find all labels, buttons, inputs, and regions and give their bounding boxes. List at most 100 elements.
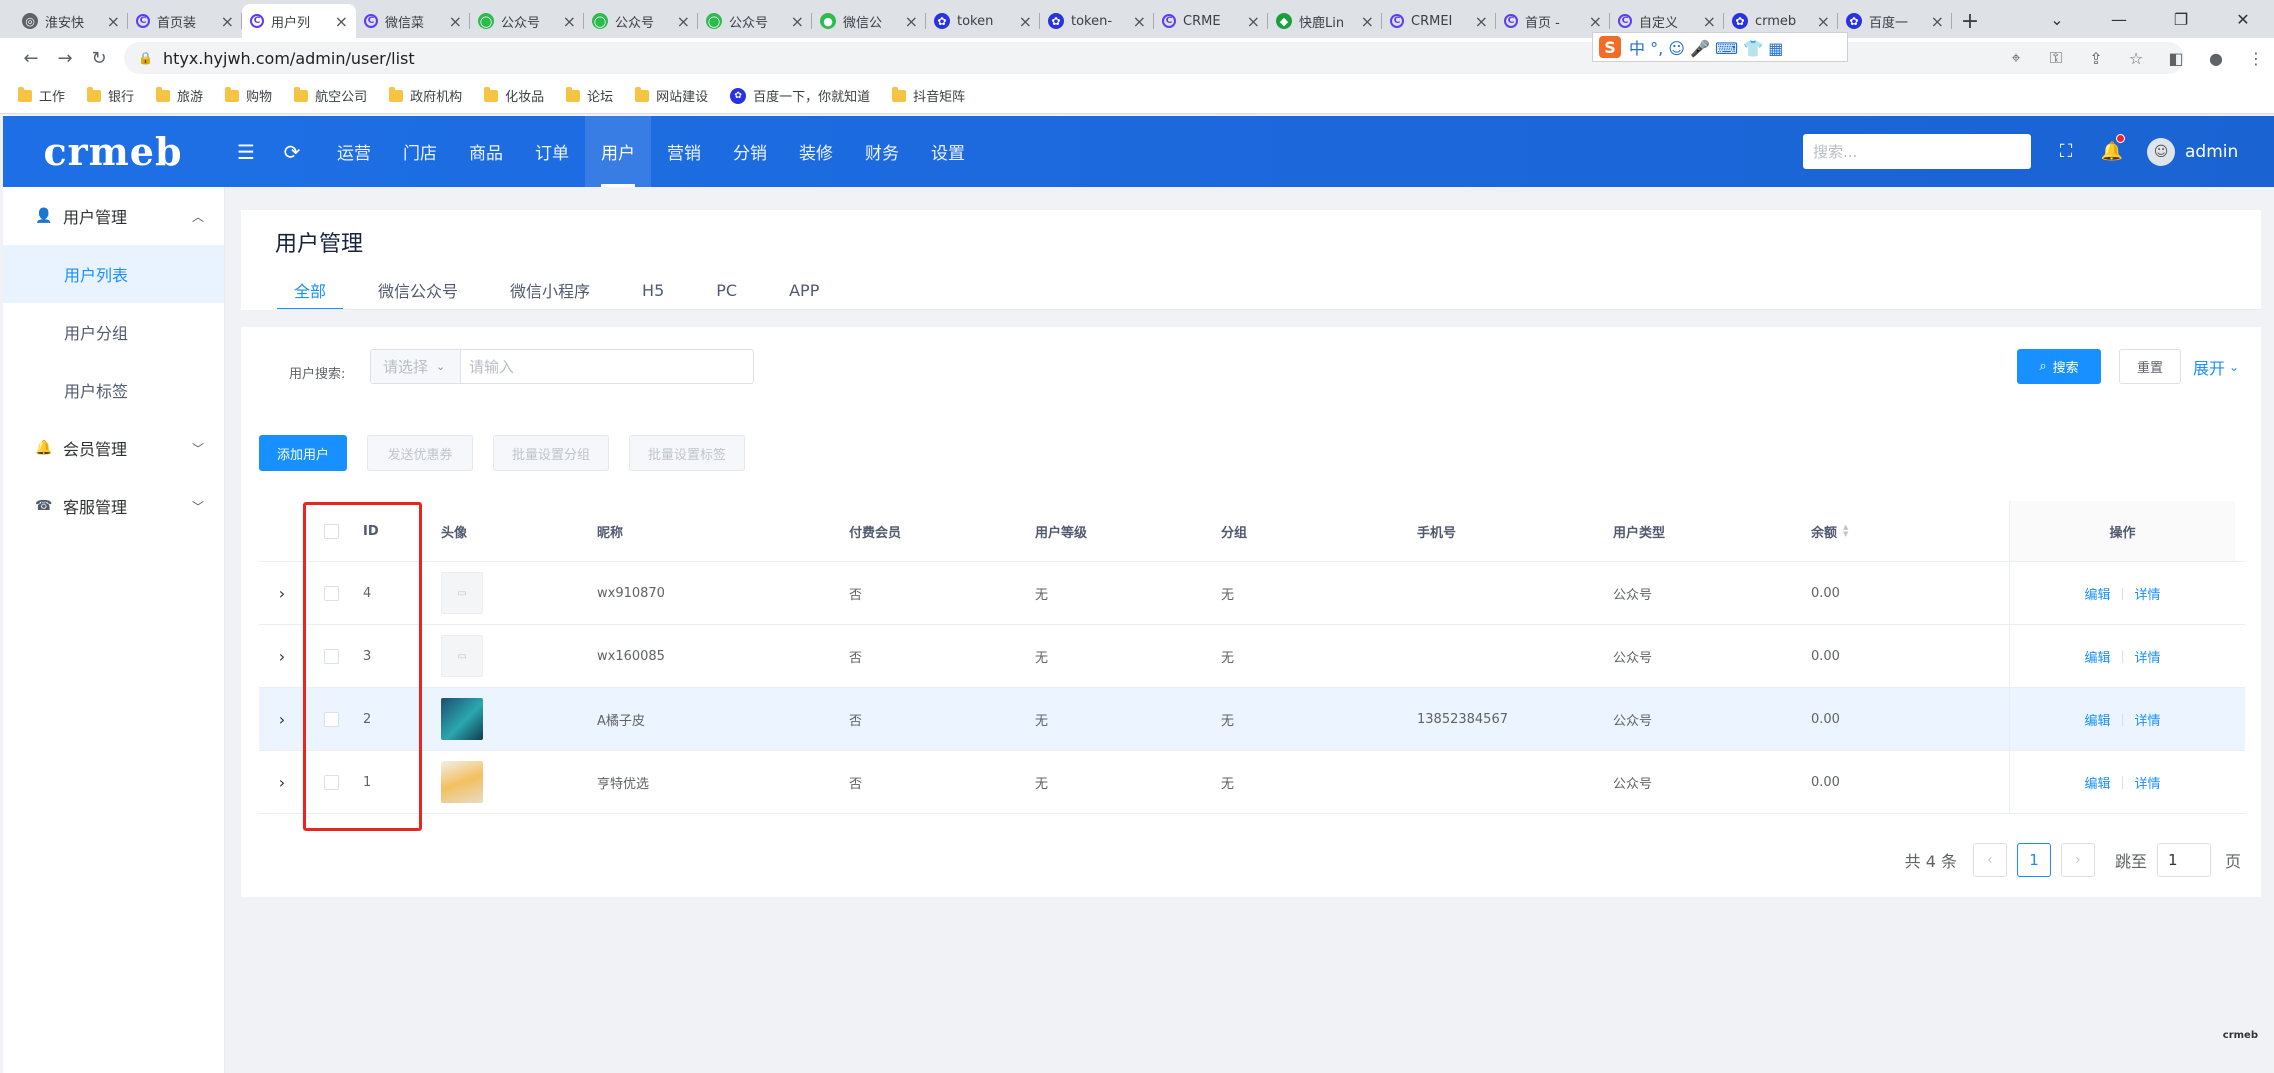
select-all-checkbox[interactable]: [323, 523, 339, 539]
channel-tab[interactable]: APP: [772, 270, 836, 310]
nav-item[interactable]: 门店: [387, 116, 453, 187]
nav-item[interactable]: 营销: [651, 116, 717, 187]
location-icon[interactable]: ⌖: [1998, 42, 2034, 74]
avatar-image[interactable]: [441, 761, 483, 803]
batch-label-button[interactable]: 批量设置标签: [629, 435, 745, 471]
bookmark-item[interactable]: ✿ 百度一下，你就知道: [730, 86, 870, 105]
tab-close-icon[interactable]: ×: [1247, 12, 1260, 31]
bookmark-item[interactable]: 航空公司: [294, 86, 367, 105]
edit-link[interactable]: 编辑: [2084, 584, 2110, 603]
sort-icon[interactable]: ▲ ▼: [1843, 524, 1848, 538]
bookmark-star-icon[interactable]: ☆: [2118, 42, 2154, 74]
bookmark-item[interactable]: 化妆品: [484, 86, 544, 105]
bookmark-item[interactable]: 论坛: [566, 86, 613, 105]
table-row[interactable]: › 2 A橘子皮 否 无 无 13852384567 公众号 0.00 编辑 | 详情: [259, 688, 2245, 751]
sidebar-group[interactable]: 🔔 会员管理 ﹀: [3, 419, 224, 477]
bookmark-item[interactable]: 旅游: [156, 86, 203, 105]
browser-tab[interactable]: ◯ 公众号 ×: [584, 4, 698, 38]
channel-tab[interactable]: 全部: [277, 270, 344, 310]
row-checkbox[interactable]: [323, 648, 339, 664]
expand-row-icon[interactable]: ›: [259, 773, 305, 792]
tab-close-icon[interactable]: ×: [791, 12, 804, 31]
fullscreen-icon[interactable]: ⛶: [2043, 116, 2089, 187]
avatar-image[interactable]: ▭: [441, 635, 483, 677]
search-button[interactable]: ⌕ 搜索: [2017, 349, 2101, 384]
browser-tab[interactable]: C 用户列 ×: [242, 4, 356, 38]
channel-tab[interactable]: H5: [625, 270, 681, 310]
crmeb-logo[interactable]: crmeb: [3, 116, 223, 187]
reset-button[interactable]: 重置: [2119, 349, 2181, 384]
bookmark-item[interactable]: 政府机构: [389, 86, 462, 105]
nav-item[interactable]: 商品: [453, 116, 519, 187]
tab-close-icon[interactable]: ×: [1703, 12, 1716, 31]
nav-item[interactable]: 运营: [321, 116, 387, 187]
col-balance[interactable]: 余额 ▲ ▼: [1811, 522, 2009, 541]
tab-close-icon[interactable]: ×: [677, 12, 690, 31]
batch-group-button[interactable]: 批量设置分组: [493, 435, 609, 471]
tab-search-icon[interactable]: ⌄: [2026, 0, 2088, 38]
browser-tab[interactable]: ◆ 快鹿Lin ×: [1268, 4, 1382, 38]
edit-link[interactable]: 编辑: [2084, 647, 2110, 666]
expand-row-icon[interactable]: ›: [259, 647, 305, 666]
minimize-icon[interactable]: —: [2088, 0, 2150, 38]
table-row[interactable]: › 1 亨特优选 否 无 无 公众号 0.00 编辑 | 详情: [259, 751, 2245, 814]
jump-page-input[interactable]: 1: [2156, 843, 2211, 877]
restore-icon[interactable]: ❐: [2150, 0, 2212, 38]
tab-close-icon[interactable]: ×: [1475, 12, 1488, 31]
avatar-image[interactable]: ▭: [441, 572, 483, 614]
header-search-input[interactable]: 搜索...: [1803, 134, 2031, 169]
reload-icon[interactable]: ↻: [82, 41, 116, 75]
sidebar-group[interactable]: ☎ 客服管理 ﹀: [3, 477, 224, 535]
browser-tab[interactable]: ◯ 公众号 ×: [470, 4, 584, 38]
tab-close-icon[interactable]: ×: [221, 12, 234, 31]
nav-item[interactable]: 用户: [585, 116, 651, 187]
browser-tab[interactable]: ◯ 公众号 ×: [698, 4, 812, 38]
table-row[interactable]: › 4 ▭ wx910870 否 无 无 公众号 0.00 编辑 | 详情: [259, 562, 2245, 625]
bookmark-item[interactable]: 购物: [225, 86, 272, 105]
profile-icon[interactable]: ●: [2198, 42, 2234, 74]
tab-close-icon[interactable]: ×: [449, 12, 462, 31]
nav-item[interactable]: 分销: [717, 116, 783, 187]
tab-close-icon[interactable]: ×: [1589, 12, 1602, 31]
bookmark-item[interactable]: 抖音矩阵: [892, 86, 965, 105]
browser-tab[interactable]: C 微信菜 ×: [356, 4, 470, 38]
share-icon[interactable]: ⇪: [2078, 42, 2114, 74]
browser-tab[interactable]: ◎ 淮安快 ×: [14, 4, 128, 38]
sidebar-item[interactable]: 用户分组: [3, 303, 224, 361]
expand-filter-link[interactable]: 展开 ⌄: [2193, 349, 2239, 384]
browser-menu-icon[interactable]: ⋮: [2238, 42, 2274, 74]
browser-tab[interactable]: ● 微信公 ×: [812, 4, 926, 38]
next-page-button[interactable]: ›: [2060, 843, 2095, 877]
refresh-icon[interactable]: ⟳: [269, 116, 315, 187]
tab-close-icon[interactable]: ×: [1133, 12, 1146, 31]
channel-tab[interactable]: 微信小程序: [493, 270, 607, 310]
tab-close-icon[interactable]: ×: [1361, 12, 1374, 31]
nav-item[interactable]: 装修: [783, 116, 849, 187]
tab-close-icon[interactable]: ×: [563, 12, 576, 31]
page-number-button[interactable]: 1: [2016, 843, 2051, 877]
url-input[interactable]: 🔒 htyx.hyjwh.com/admin/user/list: [124, 42, 2184, 74]
channel-tab[interactable]: 微信公众号: [361, 270, 475, 310]
sidebar-item[interactable]: 用户标签: [3, 361, 224, 419]
detail-link[interactable]: 详情: [2135, 647, 2161, 666]
prev-page-button[interactable]: ‹: [1972, 843, 2007, 877]
bookmark-item[interactable]: 网站建设: [635, 86, 708, 105]
search-field-select[interactable]: 请选择 ⌄: [371, 350, 461, 383]
browser-tab[interactable]: ✿ 百度一 ×: [1838, 4, 1952, 38]
nav-item[interactable]: 订单: [519, 116, 585, 187]
detail-link[interactable]: 详情: [2135, 584, 2161, 603]
ime-toolbar[interactable]: S 中 °, ☺ 🎤 ⌨ 👕 ▦: [1592, 32, 1848, 62]
notification-bell-icon[interactable]: 🔔: [2089, 116, 2135, 187]
add-user-button[interactable]: 添加用户: [259, 435, 347, 471]
browser-tab[interactable]: C CRME ×: [1154, 4, 1268, 38]
nav-item[interactable]: 财务: [849, 116, 915, 187]
edit-link[interactable]: 编辑: [2084, 710, 2110, 729]
sidebar-group[interactable]: 👤 用户管理 ︿: [3, 187, 224, 245]
tab-close-icon[interactable]: ×: [1931, 12, 1944, 31]
close-window-icon[interactable]: ✕: [2212, 0, 2274, 38]
channel-tab[interactable]: PC: [699, 270, 754, 310]
search-keyword-input[interactable]: 请输入: [461, 350, 753, 383]
expand-row-icon[interactable]: ›: [259, 584, 305, 603]
edit-link[interactable]: 编辑: [2084, 773, 2110, 792]
back-icon[interactable]: ←: [14, 41, 48, 75]
